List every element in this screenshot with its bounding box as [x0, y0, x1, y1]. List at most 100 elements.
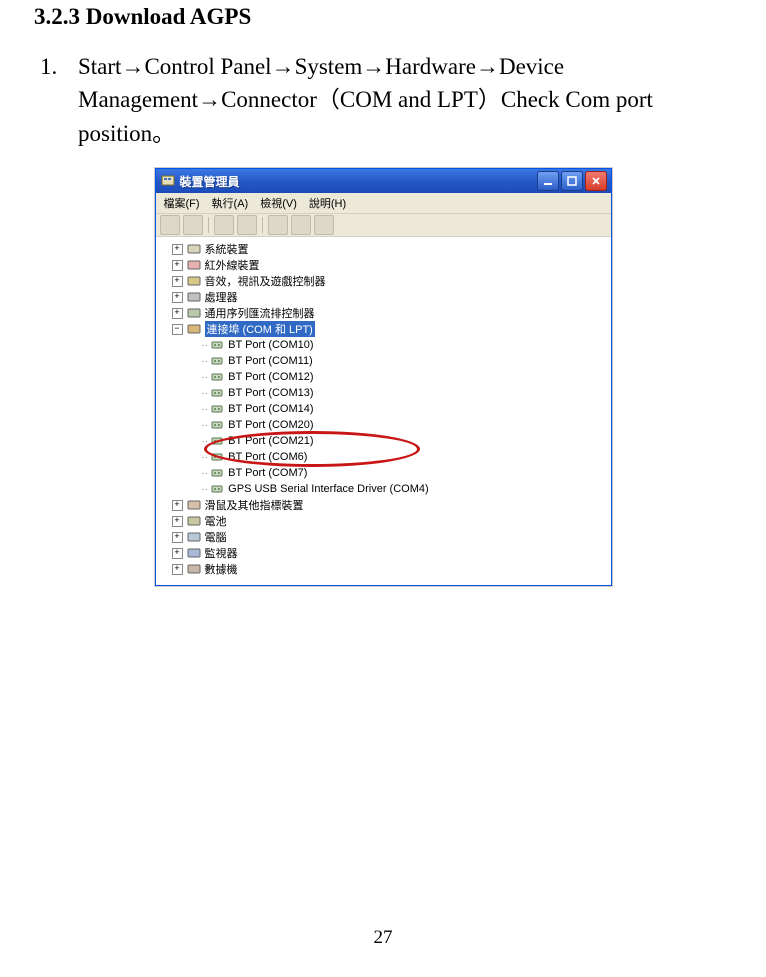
- expander-icon[interactable]: +: [172, 516, 183, 527]
- page-number: 27: [0, 927, 766, 949]
- port-icon: [210, 418, 224, 432]
- tree-item[interactable]: + 數據機: [162, 561, 605, 577]
- tree-item-label: 處理器: [205, 289, 238, 305]
- tree-item-label: BT Port (COM13): [228, 387, 313, 399]
- menu-help[interactable]: 說明(H): [309, 195, 346, 211]
- tree-item-label: BT Port (COM11): [228, 355, 313, 367]
- device-icon: [187, 274, 201, 288]
- tree-item-label: 電池: [205, 513, 227, 529]
- tree-line: ··: [202, 420, 209, 431]
- device-icon: [187, 498, 201, 512]
- tree-line: ··: [202, 404, 209, 415]
- toolbar-button-7[interactable]: [314, 215, 334, 235]
- expander-icon[interactable]: +: [172, 500, 183, 511]
- toolbar-separator: [262, 217, 263, 233]
- tree-item[interactable]: ·· BT Port (COM14): [162, 401, 605, 417]
- menu-view[interactable]: 檢視(V): [260, 195, 297, 211]
- port-icon: [210, 434, 224, 448]
- tree-item[interactable]: ··BT Port (COM11): [162, 353, 605, 369]
- tree-line: ··: [202, 372, 209, 383]
- toolbar-separator: [208, 217, 209, 233]
- tree-item[interactable]: + 紅外線裝置: [162, 257, 605, 273]
- port-icon: [210, 450, 224, 464]
- tree-item[interactable]: +音效，視訊及遊戲控制器: [162, 273, 605, 289]
- tree-item[interactable]: + 處理器: [162, 289, 605, 305]
- minimize-button[interactable]: [537, 171, 559, 191]
- expander-icon[interactable]: +: [172, 564, 183, 575]
- device-icon: [187, 546, 201, 560]
- tree-item[interactable]: + 滑鼠及其他指標裝置: [162, 497, 605, 513]
- tree-item-label: GPS USB Serial Interface Driver (COM4): [228, 483, 429, 495]
- tree-item-label: 數據機: [205, 561, 238, 577]
- tree-item-label: BT Port (COM14): [228, 403, 313, 415]
- tree-item[interactable]: ·· BT Port (COM20): [162, 417, 605, 433]
- tree-item[interactable]: + 電池: [162, 513, 605, 529]
- expander-icon[interactable]: −: [172, 324, 183, 335]
- tree-item-label: 滑鼠及其他指標裝置: [205, 497, 304, 513]
- tree-line: ··: [202, 468, 209, 479]
- tree-item[interactable]: ·· BT Port (COM10): [162, 337, 605, 353]
- toolbar-button-1[interactable]: [160, 215, 180, 235]
- port-icon: [210, 466, 224, 480]
- tree-item[interactable]: ··GPS USB Serial Interface Driver (COM4): [162, 481, 605, 497]
- expander-icon[interactable]: +: [172, 244, 183, 255]
- device-icon: [187, 290, 201, 304]
- port-icon: [210, 386, 224, 400]
- tree-item[interactable]: + 電腦: [162, 529, 605, 545]
- tree-item[interactable]: ··BT Port (COM12): [162, 369, 605, 385]
- expander-icon[interactable]: +: [172, 308, 183, 319]
- device-icon: [187, 514, 201, 528]
- tree-item-label: 紅外線裝置: [205, 257, 260, 273]
- close-button[interactable]: [585, 171, 607, 191]
- tree-line: ··: [202, 436, 209, 447]
- tree-item[interactable]: + 系統裝置: [162, 241, 605, 257]
- toolbar-button-6[interactable]: [291, 215, 311, 235]
- expander-icon[interactable]: +: [172, 276, 183, 287]
- expander-icon[interactable]: +: [172, 548, 183, 559]
- tree-item[interactable]: ·· BT Port (COM21): [162, 433, 605, 449]
- expander-icon[interactable]: +: [172, 532, 183, 543]
- tree-item-label: 電腦: [205, 529, 227, 545]
- window-title: 裝置管理員: [180, 173, 537, 190]
- tree-item[interactable]: ·· BT Port (COM13): [162, 385, 605, 401]
- expander-icon[interactable]: +: [172, 292, 183, 303]
- toolbar-button-4[interactable]: [237, 215, 257, 235]
- port-icon: [210, 370, 224, 384]
- toolbar: [156, 214, 611, 237]
- toolbar-button-3[interactable]: [214, 215, 234, 235]
- tree-item[interactable]: +通用序列匯流排控制器: [162, 305, 605, 321]
- tree-item[interactable]: ··BT Port (COM6): [162, 449, 605, 465]
- menu-file[interactable]: 檔案(F): [164, 195, 200, 211]
- device-manager-window: 裝置管理員 檔案(F) 執行(A) 檢視(V) 說明(H): [155, 168, 612, 586]
- tree-item-label: BT Port (COM7): [228, 467, 307, 479]
- tree-line: ··: [202, 340, 209, 351]
- tree-item-label: BT Port (COM21): [228, 435, 313, 447]
- tree-item[interactable]: − 連接埠 (COM 和 LPT): [162, 321, 605, 337]
- window-icon: [160, 173, 176, 189]
- tree-item-label: BT Port (COM10): [228, 339, 313, 351]
- tree-item-label: 連接埠 (COM 和 LPT): [205, 321, 315, 337]
- device-icon: [187, 306, 201, 320]
- device-icon: [187, 322, 201, 336]
- titlebar: 裝置管理員: [156, 169, 611, 193]
- tree-item-label: 監視器: [205, 545, 238, 561]
- port-icon: [210, 338, 224, 352]
- device-icon: [187, 258, 201, 272]
- toolbar-button-2[interactable]: [183, 215, 203, 235]
- menu-action[interactable]: 執行(A): [212, 195, 249, 211]
- port-icon: [210, 402, 224, 416]
- expander-icon[interactable]: +: [172, 260, 183, 271]
- maximize-button[interactable]: [561, 171, 583, 191]
- tree-line: ··: [202, 388, 209, 399]
- device-icon: [187, 530, 201, 544]
- port-icon: [210, 354, 224, 368]
- instruction-item-1: 1. Start→Control Panel→System→Hardware→D…: [34, 50, 732, 150]
- list-marker: 1.: [34, 50, 78, 150]
- instruction-list: 1. Start→Control Panel→System→Hardware→D…: [34, 50, 732, 150]
- tree-item-label: 系統裝置: [205, 241, 249, 257]
- tree-item[interactable]: + 監視器: [162, 545, 605, 561]
- tree-item[interactable]: ·· BT Port (COM7): [162, 465, 605, 481]
- tree-item-label: BT Port (COM20): [228, 419, 313, 431]
- toolbar-button-5[interactable]: [268, 215, 288, 235]
- list-body: Start→Control Panel→System→Hardware→Devi…: [78, 50, 732, 150]
